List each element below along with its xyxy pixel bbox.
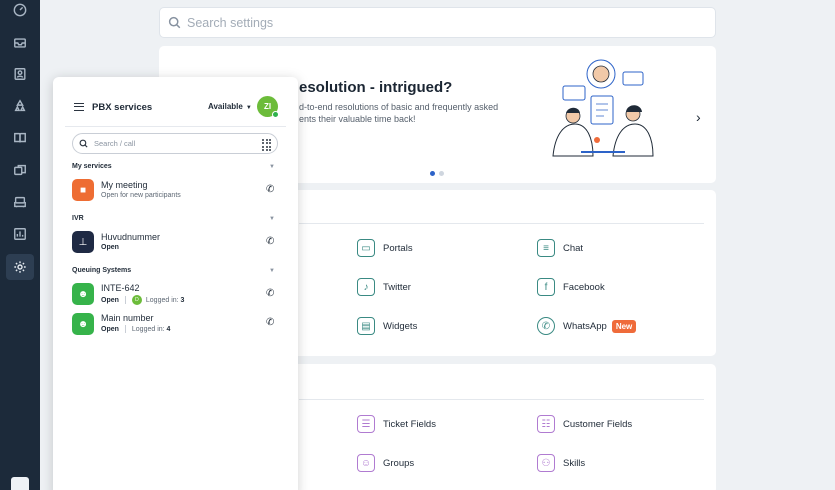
settings-search-input[interactable]: Search settings: [159, 7, 716, 38]
ticket-fields-item[interactable]: ☰ Ticket Fields: [357, 415, 436, 433]
service-subtitle: Open for new participants: [101, 192, 181, 199]
availability-label: Available: [208, 102, 243, 111]
separator: [124, 325, 126, 333]
call-phone-icon[interactable]: ✆: [266, 236, 274, 247]
channel-whatsapp-label: WhatsApp: [563, 320, 607, 332]
queue-details: Open Logged in: 4: [101, 325, 170, 333]
group-icon: ☻: [72, 313, 94, 335]
channel-chat-label: Chat: [563, 242, 584, 254]
pbx-services-panel: PBX services Available ▼ ZI Search / call…: [53, 77, 298, 490]
section-queuing-systems: Queuing Systems: [72, 267, 132, 274]
widgets-icon: ▤: [357, 317, 375, 335]
caret-down-icon: ▼: [245, 105, 252, 111]
copy-icon[interactable]: [10, 160, 30, 180]
banner-subtitle-line: d-to-end resolutions of basic and freque…: [299, 102, 499, 112]
search-icon: [168, 16, 181, 29]
chart-icon[interactable]: [10, 224, 30, 244]
channel-widgets[interactable]: ▤ Widgets: [357, 317, 417, 335]
panel-divider: [65, 126, 286, 127]
banner-next-arrow[interactable]: ›: [696, 109, 701, 125]
separator: [124, 296, 126, 304]
customer-fields-item[interactable]: ☷ Customer Fields: [537, 415, 632, 433]
org-chart-icon: ⊥: [72, 231, 94, 253]
service-status: Open: [101, 244, 119, 251]
rail-bottom-icon[interactable]: [11, 477, 29, 490]
queue-details: Open D Logged in: 3: [101, 295, 184, 305]
groups-icon: ☺: [357, 454, 375, 472]
contact-icon[interactable]: [10, 64, 30, 84]
banner-title: esolution - intrigued?: [299, 79, 453, 96]
groups-label: Groups: [383, 457, 415, 469]
dialpad-icon[interactable]: [262, 139, 271, 151]
service-name[interactable]: INTE-642: [101, 283, 140, 293]
gear-icon[interactable]: [6, 254, 34, 280]
search-icon: [79, 139, 88, 148]
support-agents-illustration: [552, 59, 654, 157]
section-my-services: My services: [72, 163, 112, 170]
facebook-icon: f: [537, 278, 555, 296]
chat-icon: ≡: [537, 239, 555, 257]
channel-twitter[interactable]: ♪ Twitter: [357, 278, 411, 296]
logged-in-count: 3: [180, 296, 185, 304]
card-divider: [299, 399, 704, 400]
status-open: Open: [101, 296, 119, 304]
left-navigation-rail: [0, 0, 40, 490]
channel-widgets-label: Widgets: [383, 320, 418, 332]
video-camera-icon: ■: [72, 179, 94, 201]
group-icon: ☻: [72, 283, 94, 305]
channel-whatsapp[interactable]: ✆ WhatsApp New: [537, 317, 637, 335]
section-ivr: IVR: [72, 215, 84, 222]
skills-icon: ⚇: [537, 454, 555, 472]
agent-avatar: D: [131, 295, 142, 305]
status-open: Open: [101, 325, 119, 333]
customer-fields-icon: ☷: [537, 415, 555, 433]
banner-subtitle: d-to-end resolutions of basic and freque…: [299, 101, 499, 125]
call-phone-icon[interactable]: ✆: [266, 317, 274, 328]
logged-in-label: Logged in:: [145, 296, 179, 304]
skills-label: Skills: [563, 457, 586, 469]
section-collapse-icon[interactable]: ▼: [269, 268, 275, 274]
channel-portals[interactable]: ▭ Portals: [357, 239, 413, 257]
channel-facebook-label: Facebook: [563, 281, 605, 293]
inbox-icon[interactable]: [10, 33, 30, 53]
call-phone-icon[interactable]: ✆: [266, 288, 274, 299]
new-badge: New: [611, 319, 637, 333]
channel-twitter-label: Twitter: [383, 281, 411, 293]
search-placeholder: Search settings: [187, 15, 274, 30]
call-phone-icon[interactable]: ✆: [266, 184, 274, 195]
speedometer-icon[interactable]: [10, 0, 30, 20]
availability-dropdown[interactable]: Available ▼: [208, 102, 252, 111]
channel-portals-label: Portals: [383, 242, 413, 254]
ticket-fields-icon: ☰: [357, 415, 375, 433]
card-divider: [299, 223, 704, 224]
pbx-panel-title: PBX services: [92, 102, 153, 113]
status-open: Open: [101, 244, 119, 251]
carousel-dot[interactable]: [439, 171, 444, 176]
channel-chat[interactable]: ≡ Chat: [537, 239, 583, 257]
book-icon[interactable]: [10, 128, 30, 148]
recycle-icon[interactable]: [10, 96, 30, 116]
section-collapse-icon[interactable]: ▼: [269, 216, 275, 222]
service-name[interactable]: Main number: [101, 313, 154, 323]
portals-icon: ▭: [357, 239, 375, 257]
section-collapse-icon[interactable]: ▼: [269, 164, 275, 170]
ticket-fields-label: Ticket Fields: [383, 418, 436, 430]
whatsapp-icon: ✆: [537, 317, 555, 335]
carousel-dot-active[interactable]: [430, 171, 435, 176]
service-name[interactable]: My meeting: [101, 180, 148, 190]
logged-in-count: 4: [166, 325, 171, 333]
presence-indicator: [272, 111, 279, 118]
banner-subtitle-line: ents their valuable time back!: [299, 114, 416, 124]
skills-item[interactable]: ⚇ Skills: [537, 454, 585, 472]
customer-fields-label: Customer Fields: [563, 418, 633, 430]
hamburger-menu-icon[interactable]: [74, 103, 84, 111]
groups-item[interactable]: ☺ Groups: [357, 454, 414, 472]
twitter-icon: ♪: [357, 278, 375, 296]
service-name[interactable]: Huvudnummer: [101, 232, 160, 242]
pbx-search-placeholder: Search / call: [94, 139, 136, 148]
pbx-search-input[interactable]: Search / call: [72, 133, 278, 154]
sofa-icon[interactable]: [10, 192, 30, 212]
channel-facebook[interactable]: f Facebook: [537, 278, 605, 296]
logged-in-label: Logged in:: [131, 325, 165, 333]
